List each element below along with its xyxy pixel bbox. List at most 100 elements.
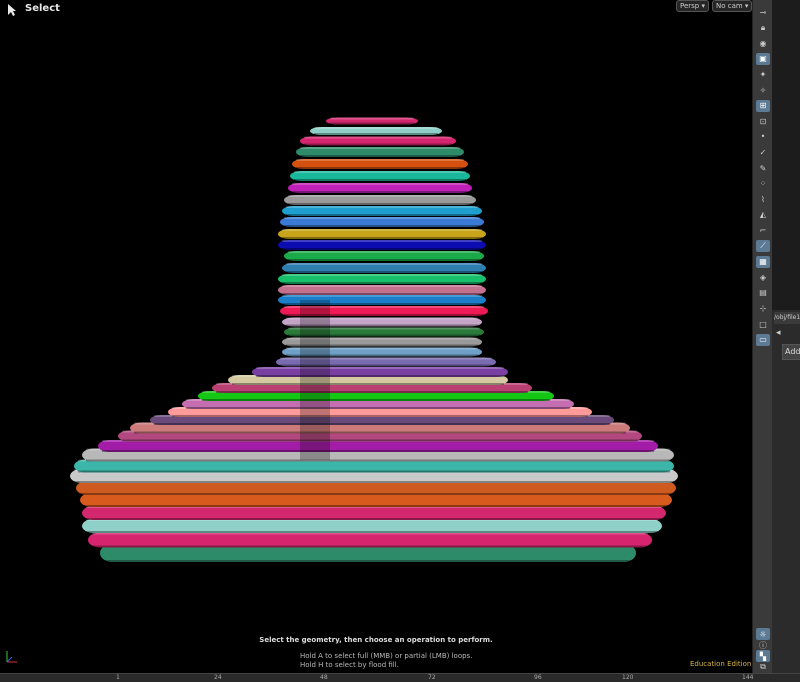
geometry-slice[interactable] <box>80 493 672 507</box>
back-arrow-icon[interactable]: ◂ <box>776 328 781 338</box>
slice-highlight <box>286 263 482 265</box>
slice-shadow <box>172 415 588 417</box>
slice-shadow <box>286 271 482 273</box>
display-icon[interactable]: ▣ <box>756 52 770 65</box>
perspective-menu-button[interactable]: Persp ▾ <box>676 0 709 12</box>
slice-shadow <box>86 459 670 462</box>
slice-shadow <box>78 470 670 473</box>
slice-shadow <box>104 560 632 562</box>
sliced-bust-geometry[interactable] <box>0 0 752 673</box>
slice-highlight <box>296 159 464 161</box>
snap-grid-icon[interactable]: ⊞ <box>756 99 770 112</box>
slice-shadow <box>232 383 504 385</box>
viewport-icon[interactable]: ▭ <box>756 333 770 346</box>
camera-view-icon[interactable]: ◉ <box>756 37 770 49</box>
slice-highlight <box>292 183 468 185</box>
geometry-slice[interactable] <box>82 506 666 520</box>
slice-shadow <box>282 248 482 250</box>
light-alt-icon[interactable]: ✧ <box>756 84 770 96</box>
slice-highlight <box>288 195 472 197</box>
pen-icon[interactable]: ✎ <box>756 162 770 174</box>
slice-shadow <box>330 122 414 125</box>
slice-highlight <box>282 295 482 297</box>
scatter-icon[interactable]: ⁘ <box>756 178 770 190</box>
scene-viewport[interactable]: Select Persp ▾ No cam ▾ Select the geome… <box>0 0 752 673</box>
lock-icon[interactable]: 🔒︎ <box>756 22 770 34</box>
slice-highlight <box>282 240 482 242</box>
slice-highlight <box>282 229 482 231</box>
slice-shadow <box>300 155 460 157</box>
slice-shadow <box>282 293 482 295</box>
parameter-pane <box>772 0 800 310</box>
slice-shadow <box>288 259 480 261</box>
color-icon[interactable]: ◈ <box>756 271 770 283</box>
paint-icon[interactable]: ◭ <box>756 209 770 221</box>
hint-box: Select the geometry, then choose an oper… <box>0 636 752 644</box>
slice-shadow <box>282 237 482 239</box>
slice-highlight <box>284 217 480 219</box>
slice-shadow <box>186 407 570 409</box>
add-button[interactable]: Add <box>782 344 800 360</box>
viewport-toolbar: ⊸ 🔒︎ ◉ ▣ ✦ ✧ ⊞ ⊡ • ✓ ✎ ⁘ ⌇ ◭ ⌐ ⟋ ▦ ◈ ▤ ⊹ □ ▭ ☼ ⓘ ▚ ⧉ <box>752 0 773 673</box>
slice-highlight <box>286 206 478 208</box>
screenshot-icon[interactable]: ⧉ <box>756 661 770 673</box>
slice-shadow <box>122 439 638 442</box>
dot-icon[interactable]: • <box>756 131 770 143</box>
slice-shadow <box>134 431 626 434</box>
image-icon[interactable]: ▤ <box>756 287 770 299</box>
right-panel: /obj/file1 ◂ Add <box>772 0 800 673</box>
corner-icon[interactable]: ⌐ <box>756 224 770 236</box>
hint-loop-text: Hold A to select full (MMB) or partial (… <box>300 652 473 660</box>
slice-shadow <box>256 375 504 377</box>
slice-shadow <box>154 423 610 425</box>
pin-icon[interactable]: ⊸ <box>756 6 770 18</box>
hint-main-text: Select the geometry, then choose an oper… <box>259 636 493 644</box>
slice-shadow <box>86 531 658 533</box>
slice-shadow <box>284 225 480 227</box>
slice-shadow <box>294 179 466 181</box>
geometry-slice[interactable] <box>88 532 652 548</box>
slice-highlight <box>304 136 452 139</box>
slice-highlight <box>282 274 482 276</box>
grid-icon[interactable]: ▦ <box>756 255 770 268</box>
tool-label: Select <box>25 3 60 14</box>
slice-highlight <box>314 127 438 129</box>
slice-shadow <box>92 545 648 548</box>
geometry-slice[interactable] <box>76 481 676 495</box>
compass-icon[interactable]: ⊹ <box>756 302 770 314</box>
slice-shadow <box>286 214 478 216</box>
slice-shadow <box>74 481 674 483</box>
measure-icon[interactable]: ⟋ <box>756 240 770 252</box>
slice-shadow <box>296 167 464 169</box>
box-icon[interactable]: □ <box>756 318 770 330</box>
slice-highlight <box>282 285 482 287</box>
slice-highlight <box>300 147 460 149</box>
slice-shadow <box>86 518 662 520</box>
slice-shadow <box>292 191 468 193</box>
slice-shadow <box>288 203 472 205</box>
slice-shadow <box>282 282 482 284</box>
slice-shadow <box>202 399 550 401</box>
slice-shadow <box>216 391 528 393</box>
slice-shadow <box>304 143 452 146</box>
check-icon[interactable]: ✓ <box>756 146 770 158</box>
network-editor[interactable] <box>772 360 800 673</box>
axis-gizmo-icon <box>6 651 17 663</box>
slice-shadow <box>314 133 438 135</box>
snap-point-icon[interactable]: ⊡ <box>756 115 770 127</box>
slice-highlight <box>256 367 504 369</box>
neck-shadow <box>300 300 330 460</box>
network-path[interactable]: /obj/file1 <box>774 312 800 324</box>
slice-shadow <box>84 505 668 507</box>
brush-icon[interactable]: ⌇ <box>756 193 770 205</box>
slice-highlight <box>288 251 480 253</box>
light-icon[interactable]: ✦ <box>756 68 770 80</box>
slice-shadow <box>80 493 672 495</box>
geometry-slice[interactable] <box>82 519 662 533</box>
select-cursor-icon <box>8 4 16 16</box>
camera-menu-button[interactable]: No cam ▾ <box>712 0 752 12</box>
slice-shadow <box>102 450 654 452</box>
slice-highlight <box>330 117 414 120</box>
slice-highlight <box>294 171 466 173</box>
hint-flood-text: Hold H to select by flood fill. <box>300 661 399 669</box>
